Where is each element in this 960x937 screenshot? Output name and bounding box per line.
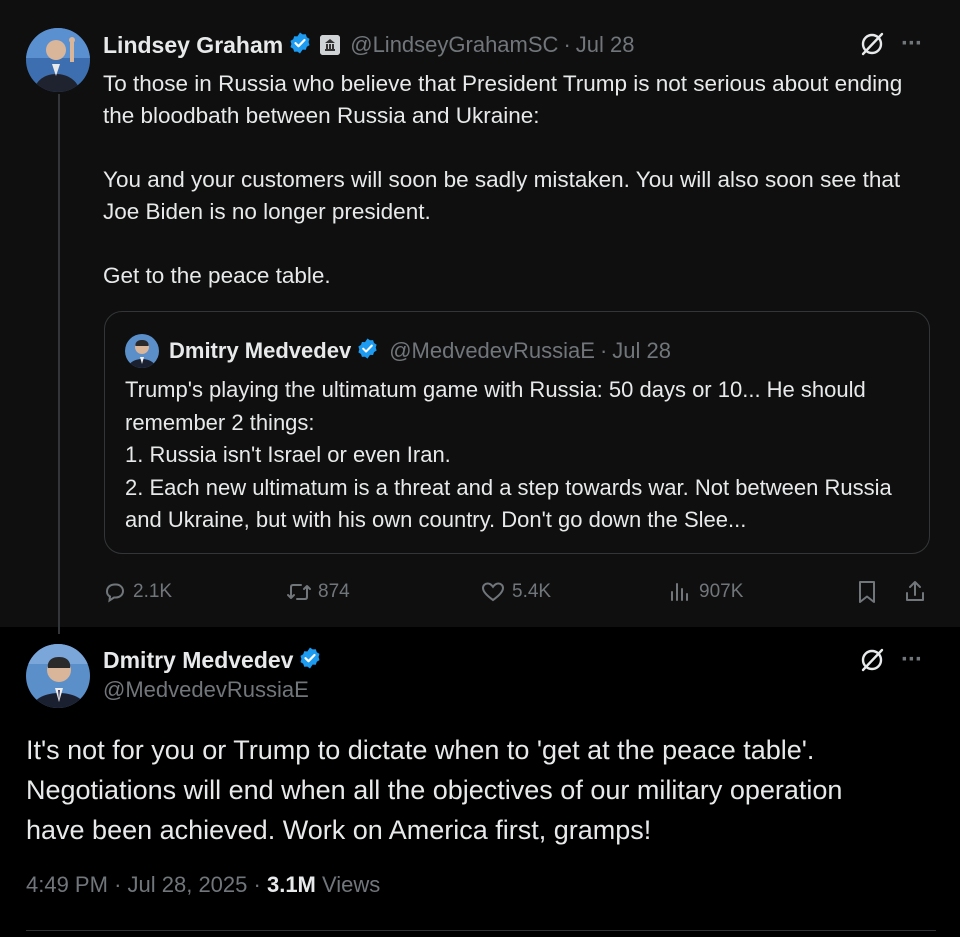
government-badge-icon[interactable] xyxy=(320,35,341,55)
avatar-lindsey-graham[interactable] xyxy=(26,28,90,92)
separator-dot: · xyxy=(563,32,571,57)
reply-button[interactable]: 2.1K xyxy=(103,575,172,609)
quoted-author-handle[interactable]: @MedvedevRussiaE xyxy=(389,338,595,364)
tweet2-line-2: Negotiations will end when all the objec… xyxy=(26,775,843,805)
author-handle[interactable]: @LindseyGrahamSC xyxy=(350,32,558,58)
tweet-date[interactable]: Jul 28 xyxy=(576,32,635,58)
more-options-icon[interactable]: ··· xyxy=(901,648,923,672)
separator-dot: · xyxy=(253,872,261,897)
reply-count: 2.1K xyxy=(133,581,173,602)
quoted-author-name[interactable]: Dmitry Medvedev xyxy=(169,338,351,364)
author-handle[interactable]: @MedvedevRussiaE xyxy=(103,677,309,703)
quoted-tweet[interactable]: Dmitry Medvedev @MedvedevRussiaE · Jul 2… xyxy=(104,311,930,554)
bookmark-icon xyxy=(859,581,875,603)
views-count: 907K xyxy=(699,581,744,602)
tweet-time[interactable]: 4:49 PM xyxy=(26,872,108,897)
quoted-line-1: Trump's playing the ultimatum game with … xyxy=(125,377,866,435)
heart-icon xyxy=(481,582,505,602)
views-label: Views xyxy=(322,872,381,897)
reply-icon xyxy=(105,583,125,603)
tweet2-metadata: 4:49 PM · Jul 28, 2025 · 3.1M Views xyxy=(26,872,380,898)
separator-dot: · xyxy=(599,338,608,363)
views-count[interactable]: 3.1M xyxy=(267,872,316,897)
tweet1-action-bar: 2.1K 874 5.4K 907K xyxy=(103,575,933,609)
views-button[interactable]: 907K xyxy=(667,575,743,609)
avatar-dmitry-medvedev[interactable] xyxy=(26,644,90,708)
tweet1-paragraph-3: Get to the peace table. xyxy=(103,263,331,288)
views-chart-icon xyxy=(671,583,688,601)
thread-connector-line xyxy=(58,94,60,634)
tweet2-text: It's not for you or Trump to dictate whe… xyxy=(26,730,926,850)
like-count: 5.4K xyxy=(512,581,552,602)
tweet-date[interactable]: Jul 28, 2025 xyxy=(128,872,248,897)
grok-icon[interactable] xyxy=(858,30,886,58)
quoted-tweet-date[interactable]: Jul 28 xyxy=(612,338,671,364)
quoted-tweet-header: Dmitry Medvedev @MedvedevRussiaE · Jul 2… xyxy=(125,334,671,368)
divider xyxy=(26,930,936,931)
verified-badge-icon[interactable] xyxy=(288,31,312,60)
verified-badge-icon[interactable] xyxy=(356,337,379,365)
author-name[interactable]: Lindsey Graham xyxy=(103,32,283,59)
tweet2-line-1: It's not for you or Trump to dictate whe… xyxy=(26,735,815,765)
like-button[interactable]: 5.4K xyxy=(480,575,551,609)
tweet1-paragraph-2: You and your customers will soon be sadl… xyxy=(103,167,901,224)
grok-icon[interactable] xyxy=(858,646,886,674)
separator-dot: · xyxy=(114,872,122,897)
share-button[interactable] xyxy=(903,575,933,609)
quoted-tweet-text: Trump's playing the ultimatum game with … xyxy=(125,374,915,537)
bookmark-button[interactable] xyxy=(855,575,885,609)
repost-icon xyxy=(287,584,311,600)
share-icon xyxy=(906,581,924,601)
tweet1-paragraph-1: To those in Russia who believe that Pres… xyxy=(103,71,903,128)
tweet1-text: To those in Russia who believe that Pres… xyxy=(103,68,933,292)
repost-count: 874 xyxy=(318,581,350,602)
more-options-icon[interactable]: ··· xyxy=(901,32,923,56)
quoted-line-3: 2. Each new ultimatum is a threat and a … xyxy=(125,474,892,533)
tweet2-line-3: have been achieved. Work on America firs… xyxy=(26,815,652,845)
tweet1-header: Lindsey Graham @LindseyGrahamSC · Jul 28 xyxy=(103,30,634,60)
repost-button[interactable]: 874 xyxy=(286,575,350,609)
verified-badge-icon[interactable] xyxy=(298,646,322,675)
avatar-dmitry-medvedev-small[interactable] xyxy=(125,334,159,368)
tweet2-header: Dmitry Medvedev xyxy=(103,645,322,675)
quoted-line-2: 1. Russia isn't Israel or even Iran. xyxy=(125,442,451,467)
author-name[interactable]: Dmitry Medvedev xyxy=(103,647,293,674)
